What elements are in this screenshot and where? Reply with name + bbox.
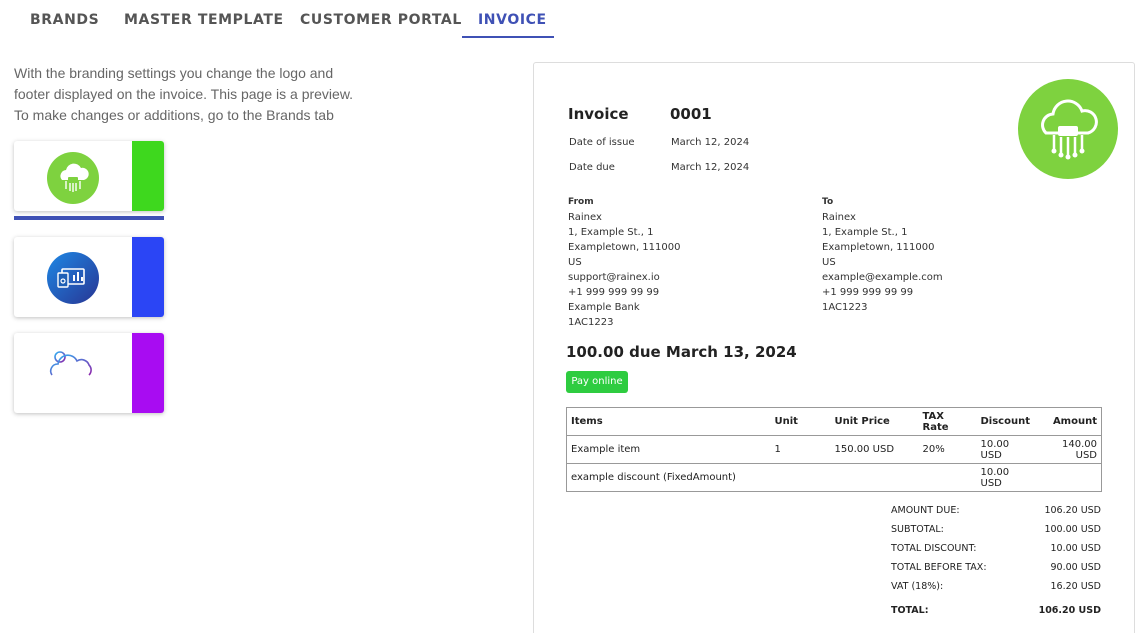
pay-online-button[interactable]: Pay online [566, 371, 628, 393]
to-address: To Rainex 1, Example St., 1 Exampletown,… [822, 195, 943, 315]
totals-row: VAT (18%): 16.20 USD [891, 577, 1101, 596]
table-cell [1037, 464, 1102, 492]
from-line: 1AC1223 [568, 317, 614, 328]
selected-brand-indicator [14, 216, 164, 220]
from-line: Exampletown, 111000 [568, 242, 681, 253]
table-row: Example item 1 150.00 USD 20% 10.00 USD … [566, 436, 1102, 464]
brand-card-2[interactable] [14, 237, 164, 317]
table-cell: 10.00 USD [980, 466, 1010, 489]
totals-row: SUBTOTAL: 100.00 USD [891, 520, 1101, 539]
description-line: With the branding settings you change th… [14, 65, 334, 81]
from-line: support@rainex.io [568, 272, 660, 283]
brand-color-stripe [132, 141, 164, 211]
column-header: Amount [1052, 416, 1097, 427]
dashboard-icon [47, 252, 99, 304]
column-header: Items [571, 416, 603, 427]
to-line: US [822, 257, 836, 268]
brand-card-1[interactable] [14, 141, 164, 211]
tab-bar: BRANDS MASTER TEMPLATE CUSTOMER PORTAL I… [0, 0, 1146, 40]
table-cell: 150.00 USD [834, 444, 895, 455]
table-cell: Example item [571, 444, 641, 455]
to-line: 1AC1223 [822, 302, 868, 313]
tab-master-template[interactable]: MASTER TEMPLATE [124, 12, 284, 28]
table-cell: 20% [922, 444, 945, 455]
issue-date-value: March 12, 2024 [671, 137, 750, 148]
totals-value: 16.20 USD [1050, 581, 1101, 592]
invoice-totals: AMOUNT DUE: 106.20 USD SUBTOTAL: 100.00 … [891, 501, 1101, 620]
totals-label: TOTAL BEFORE TAX: [891, 562, 987, 573]
due-date-value: March 12, 2024 [671, 162, 750, 173]
table-cell: 10.00 USD [980, 438, 1010, 461]
to-line: example@example.com [822, 272, 943, 283]
tab-invoice[interactable]: INVOICE [478, 12, 547, 28]
totals-row: AMOUNT DUE: 106.20 USD [891, 501, 1101, 520]
from-heading: From [568, 197, 594, 207]
tab-customer-portal[interactable]: CUSTOMER PORTAL [300, 12, 462, 28]
from-line: +1 999 999 99 99 [568, 287, 660, 298]
column-header: Discount [980, 416, 1031, 427]
cloud-gear-icon [49, 351, 92, 394]
description-line: footer displayed on the invoice. This pa… [14, 86, 354, 102]
totals-label: SUBTOTAL: [891, 524, 944, 535]
table-cell: 1 [774, 444, 781, 455]
brand-color-stripe [132, 237, 164, 317]
totals-value: 106.20 USD [1044, 505, 1101, 516]
from-line: Rainex [568, 212, 602, 223]
from-line: 1, Example St., 1 [568, 227, 654, 238]
to-heading: To [822, 197, 834, 207]
totals-label: AMOUNT DUE: [891, 505, 960, 516]
brand-card-3[interactable] [14, 333, 164, 413]
tab-brands[interactable]: BRANDS [30, 12, 99, 28]
totals-row: TOTAL BEFORE TAX: 90.00 USD [891, 558, 1101, 577]
invoice-preview: Invoice 0001 Date of issue March 12, 202… [533, 62, 1135, 633]
invoice-title: Invoice [568, 105, 629, 123]
grand-total-row: TOTAL: 106.20 USD [891, 601, 1101, 620]
issue-date-label: Date of issue [569, 137, 635, 148]
totals-label: TOTAL DISCOUNT: [891, 543, 977, 554]
cloud-chip-icon [47, 152, 99, 204]
totals-value: 100.00 USD [1044, 524, 1101, 535]
from-line: US [568, 257, 582, 268]
table-cell: example discount (FixedAmount) [571, 472, 736, 483]
from-line: Example Bank [568, 302, 640, 313]
from-address: From Rainex 1, Example St., 1 Exampletow… [568, 195, 680, 330]
totals-value: 10.00 USD [1050, 543, 1101, 554]
to-line: Rainex [822, 212, 856, 223]
totals-value: 90.00 USD [1050, 562, 1101, 573]
table-cell: 140.00 USD [1062, 438, 1097, 461]
table-header-row: Items Unit Unit Price TAX Rate Discount … [566, 408, 1102, 436]
brand-logo-icon [1018, 79, 1118, 179]
items-table: Items Unit Unit Price TAX Rate Discount … [566, 407, 1102, 492]
branding-description: With the branding settings you change th… [14, 63, 374, 126]
totals-row: TOTAL DISCOUNT: 10.00 USD [891, 539, 1101, 558]
due-date-label: Date due [569, 162, 615, 173]
column-header: TAX Rate [922, 410, 949, 433]
to-line: Exampletown, 111000 [822, 242, 935, 253]
table-row: example discount (FixedAmount) 10.00 USD [566, 464, 1102, 492]
active-tab-indicator [462, 36, 554, 38]
totals-label: VAT (18%): [891, 581, 944, 592]
column-header: Unit [774, 416, 798, 427]
grand-total-label: TOTAL: [891, 605, 929, 616]
brand-color-stripe [132, 333, 164, 413]
amount-due-heading: 100.00 due March 13, 2024 [566, 343, 797, 361]
grand-total-value: 106.20 USD [1038, 605, 1101, 616]
description-line: To make changes or additions, go to the … [14, 107, 334, 123]
to-line: +1 999 999 99 99 [822, 287, 914, 298]
column-header: Unit Price [834, 416, 890, 427]
to-line: 1, Example St., 1 [822, 227, 908, 238]
invoice-number: 0001 [670, 105, 712, 123]
